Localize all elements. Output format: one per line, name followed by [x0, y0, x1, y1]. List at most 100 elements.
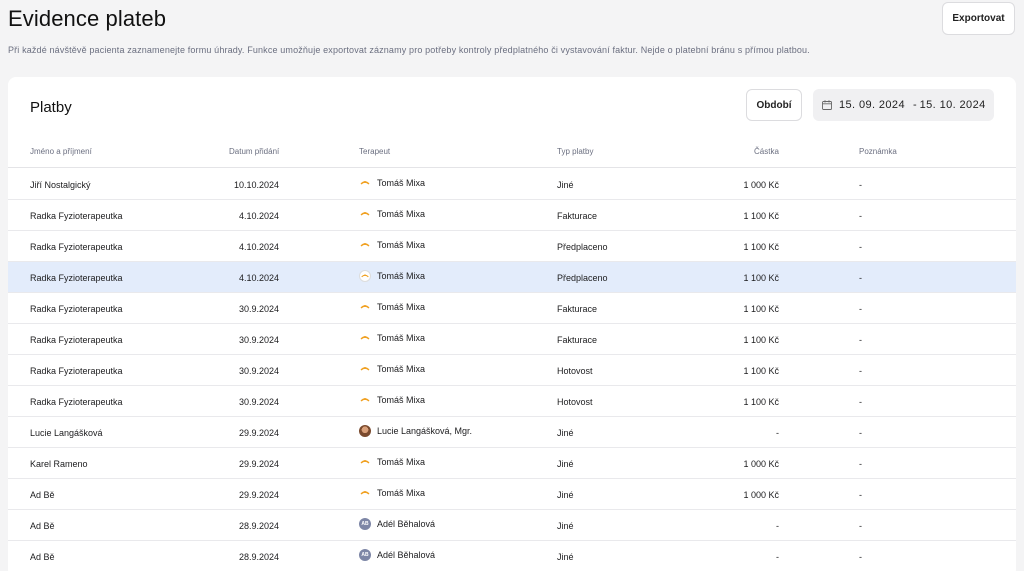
cell-type: Hotovost — [557, 366, 593, 376]
date-to: 15. 10. 2024 — [919, 99, 986, 111]
cell-note: - — [859, 304, 862, 314]
cell-date: 29.9.2024 — [238, 428, 279, 438]
therapist-avatar: AB — [359, 549, 371, 561]
cell-amount: 1 100 Kč — [743, 242, 779, 252]
cell-type: Fakturace — [557, 335, 598, 345]
table-row[interactable]: Radka Fyzioterapeutka 30.9.2024 Tomáš Mixa… — [8, 324, 1016, 355]
therapist-logo-icon — [359, 177, 371, 189]
therapist-logo-icon — [359, 270, 371, 282]
cell-note: - — [859, 180, 862, 190]
cell-name: Radka Fyzioterapeutka — [30, 304, 123, 314]
column-header-therapist[interactable]: Terapeut — [359, 147, 390, 156]
table-row[interactable]: Jiří Nostalgický 10.10.2024 Tomáš Mixa Jiné… — [8, 169, 1016, 200]
cell-date: 4.10.2024 — [238, 211, 279, 221]
table-row[interactable]: Ad Bě 28.9.2024 AB Adél Běhalová Jiné - - — [8, 510, 1016, 541]
cell-name: Radka Fyzioterapeutka — [30, 273, 123, 283]
column-header-note[interactable]: Poznámka — [859, 147, 897, 156]
cell-name: Karel Rameno — [30, 459, 88, 469]
table-row[interactable]: Ad Bě 28.9.2024 AB Adél Běhalová Jiné - - — [8, 541, 1016, 571]
cell-date: 30.9.2024 — [238, 397, 279, 407]
cell-type: Jiné — [557, 552, 574, 562]
cell-amount: - — [776, 428, 779, 438]
cell-therapist: Tomáš Mixa — [359, 208, 425, 220]
cell-note: - — [859, 335, 862, 345]
cell-amount: 1 000 Kč — [743, 459, 779, 469]
column-header-name[interactable]: Jméno a příjmení — [30, 147, 92, 156]
table-row[interactable]: Radka Fyzioterapeutka 30.9.2024 Tomáš Mixa… — [8, 293, 1016, 324]
table-row[interactable]: Radka Fyzioterapeutka 4.10.2024 Tomáš Mixa… — [8, 200, 1016, 231]
cell-note: - — [859, 242, 862, 252]
cell-therapist: Lucie Langášková, Mgr. — [359, 425, 472, 437]
column-header-amount[interactable]: Částka — [754, 147, 779, 156]
therapist-name: Tomáš Mixa — [377, 271, 426, 281]
table-row[interactable]: Lucie Langášková 29.9.2024 Lucie Langáškov… — [8, 417, 1016, 448]
cell-type: Jiné — [557, 428, 574, 438]
therapist-name: Tomáš Mixa — [377, 209, 426, 219]
cell-type: Fakturace — [557, 304, 598, 314]
cell-therapist: Tomáš Mixa — [359, 456, 425, 468]
therapist-avatar — [359, 425, 371, 437]
cell-name: Radka Fyzioterapeutka — [30, 335, 123, 345]
cell-type: Předplaceno — [557, 242, 608, 252]
period-button[interactable]: Období — [746, 89, 802, 121]
therapist-name: Tomáš Mixa — [377, 395, 426, 405]
cell-name: Ad Bě — [30, 552, 55, 562]
date-range-picker[interactable]: 15. 09. 2024 - 15. 10. 2024 — [813, 89, 994, 121]
cell-name: Jiří Nostalgický — [30, 180, 91, 190]
table-row[interactable]: Radka Fyzioterapeutka 4.10.2024 Tomáš Mixa… — [8, 231, 1016, 262]
table-header: Jméno a příjmení Datum přidání Terapeut … — [8, 137, 1016, 168]
cell-date: 29.9.2024 — [238, 490, 279, 500]
cell-amount: - — [776, 521, 779, 531]
table-row[interactable]: Radka Fyzioterapeutka 30.9.2024 Tomáš Mixa… — [8, 355, 1016, 386]
cell-note: - — [859, 273, 862, 283]
cell-therapist: Tomáš Mixa — [359, 239, 425, 251]
therapist-logo-icon — [359, 487, 371, 499]
therapist-logo-icon — [359, 239, 371, 251]
cell-amount: 1 100 Kč — [743, 304, 779, 314]
table-row[interactable]: Radka Fyzioterapeutka 30.9.2024 Tomáš Mixa… — [8, 386, 1016, 417]
table-row[interactable]: Radka Fyzioterapeutka 4.10.2024 Tomáš Mixa… — [8, 262, 1016, 293]
cell-type: Předplaceno — [557, 273, 608, 283]
cell-therapist: Tomáš Mixa — [359, 270, 425, 282]
cell-amount: 1 100 Kč — [743, 366, 779, 376]
therapist-name: Tomáš Mixa — [377, 302, 426, 312]
column-header-date[interactable]: Datum přidání — [229, 147, 279, 156]
therapist-avatar: AB — [359, 518, 371, 530]
calendar-icon — [822, 100, 832, 110]
cell-note: - — [859, 552, 862, 562]
cell-type: Jiné — [557, 521, 574, 531]
cell-therapist: AB Adél Běhalová — [359, 549, 435, 561]
payments-card: Platby Období 15. 09. 2024 - 15. 10. 202… — [8, 77, 1016, 571]
cell-name: Radka Fyzioterapeutka — [30, 211, 123, 221]
cell-therapist: Tomáš Mixa — [359, 332, 425, 344]
cell-name: Ad Bě — [30, 490, 55, 500]
cell-date: 10.10.2024 — [233, 180, 279, 190]
therapist-logo-icon — [359, 332, 371, 344]
cell-date: 29.9.2024 — [238, 459, 279, 469]
cell-type: Jiné — [557, 490, 574, 500]
cell-therapist: Tomáš Mixa — [359, 177, 425, 189]
therapist-logo-icon — [359, 456, 371, 468]
therapist-name: Tomáš Mixa — [377, 457, 426, 467]
cell-amount: 1 100 Kč — [743, 273, 779, 283]
table-row[interactable]: Ad Bě 29.9.2024 Tomáš Mixa Jiné 1 000 Kč - — [8, 479, 1016, 510]
cell-type: Hotovost — [557, 397, 593, 407]
cell-date: 30.9.2024 — [238, 304, 279, 314]
cell-therapist: AB Adél Běhalová — [359, 518, 435, 530]
export-button[interactable]: Exportovat — [942, 2, 1015, 35]
cell-date: 30.9.2024 — [238, 335, 279, 345]
therapist-name: Adél Běhalová — [377, 550, 436, 560]
therapist-logo-icon — [359, 301, 371, 313]
cell-therapist: Tomáš Mixa — [359, 394, 425, 406]
date-from: 15. 09. 2024 — [839, 99, 905, 111]
cell-amount: 1 000 Kč — [743, 490, 779, 500]
therapist-logo-icon — [359, 394, 371, 406]
column-header-type[interactable]: Typ platby — [557, 147, 593, 156]
cell-note: - — [859, 366, 862, 376]
cell-type: Jiné — [557, 180, 574, 190]
table-row[interactable]: Karel Rameno 29.9.2024 Tomáš Mixa Jiné 1 000… — [8, 448, 1016, 479]
therapist-name: Tomáš Mixa — [377, 240, 426, 250]
therapist-logo-icon — [359, 208, 371, 220]
cell-date: 30.9.2024 — [238, 366, 279, 376]
card-title: Platby — [30, 99, 72, 116]
